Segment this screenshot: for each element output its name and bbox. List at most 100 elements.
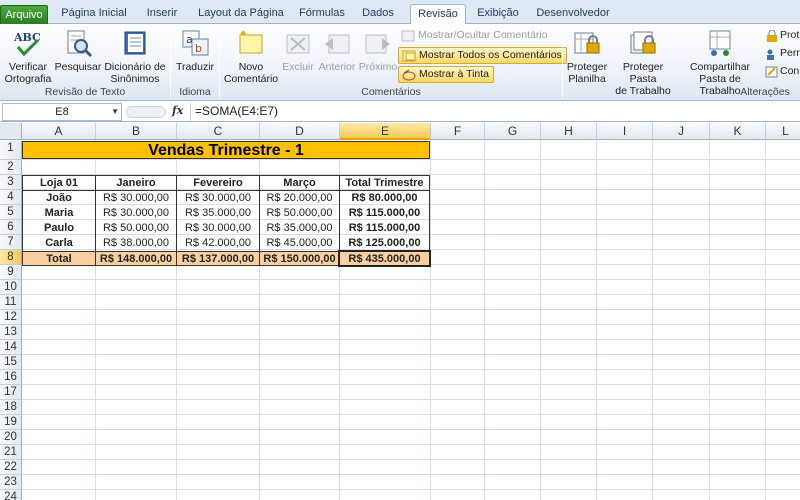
total-quarter-cell[interactable]: R$ 435.000,00 xyxy=(338,250,431,267)
tab-pagina-inicial[interactable]: Página Inicial xyxy=(58,4,130,24)
column-header-j[interactable]: J xyxy=(653,123,710,140)
data-cell-march[interactable]: R$ 50.000,00 xyxy=(259,206,340,221)
column-header-l[interactable]: L xyxy=(766,123,800,140)
data-cell-quarter-total[interactable]: R$ 125.000,00 xyxy=(339,236,430,251)
select-all-corner[interactable] xyxy=(0,123,22,140)
header-cell-march[interactable]: Março xyxy=(259,175,340,191)
show-hide-comment-button[interactable]: Mostrar/Ocultar Comentário xyxy=(398,28,552,45)
row-header-18[interactable]: 18 xyxy=(0,400,22,415)
row-header-19[interactable]: 19 xyxy=(0,415,22,430)
tab-arquivo[interactable]: Arquivo xyxy=(0,5,48,24)
row-header-11[interactable]: 11 xyxy=(0,295,22,310)
row-header-2[interactable]: 2 xyxy=(0,160,22,175)
data-cell-store[interactable]: João xyxy=(22,191,96,206)
row-header-5[interactable]: 5 xyxy=(0,205,22,220)
next-comment-button[interactable]: Próximo xyxy=(358,27,398,73)
research-button[interactable]: Pesquisar xyxy=(54,27,102,73)
data-cell-march[interactable]: R$ 45.000,00 xyxy=(259,236,340,251)
column-header-c[interactable]: C xyxy=(177,123,260,140)
tab-dados[interactable]: Dados xyxy=(357,4,399,24)
data-cell-february[interactable]: R$ 35.000,00 xyxy=(176,206,260,221)
column-header-b[interactable]: B xyxy=(96,123,177,140)
protect-workbook-button[interactable]: Proteger Pasta de Trabalho xyxy=(610,27,676,97)
data-cell-january[interactable]: R$ 38.000,00 xyxy=(95,236,177,251)
row-header-7[interactable]: 7 xyxy=(0,235,22,250)
spell-check-button[interactable]: ABC Verificar Ortografia xyxy=(4,27,52,85)
row-header-16[interactable]: 16 xyxy=(0,370,22,385)
insert-function-icon[interactable]: fx xyxy=(172,104,183,117)
allow-users-button[interactable]: Perm xyxy=(762,46,800,63)
grid-line xyxy=(22,489,800,490)
row-header-21[interactable]: 21 xyxy=(0,445,22,460)
protect-sheet-button[interactable]: Proteger Planilha xyxy=(565,27,609,85)
header-cell-february[interactable]: Fevereiro xyxy=(176,175,260,191)
row-header-4[interactable]: 4 xyxy=(0,190,22,205)
header-cell-quarter-total[interactable]: Total Trimestre xyxy=(339,175,430,191)
chevron-down-icon[interactable]: ▼ xyxy=(111,104,119,120)
tab-exibicao[interactable]: Exibição xyxy=(474,4,522,24)
column-header-h[interactable]: H xyxy=(541,123,597,140)
formula-input[interactable]: =SOMA(E4:E7) xyxy=(190,103,798,121)
track-changes-button[interactable]: Con xyxy=(762,64,800,81)
thesaurus-button[interactable]: Dicionário de Sinônimos xyxy=(103,27,167,85)
tab-desenvolvedor[interactable]: Desenvolvedor xyxy=(532,4,614,24)
data-cell-march[interactable]: R$ 20.000,00 xyxy=(259,191,340,206)
column-header-i[interactable]: I xyxy=(597,123,653,140)
data-cell-february[interactable]: R$ 42.000,00 xyxy=(176,236,260,251)
total-march-cell[interactable]: R$ 150.000,00 xyxy=(259,251,340,266)
row-header-24[interactable]: 24 xyxy=(0,490,22,500)
tab-inserir[interactable]: Inserir xyxy=(140,4,184,24)
formula-bar-splitter[interactable] xyxy=(126,106,166,118)
row-header-20[interactable]: 20 xyxy=(0,430,22,445)
protect-share-button[interactable]: Prot xyxy=(762,28,800,45)
column-header-d[interactable]: D xyxy=(260,123,340,140)
row-header-8[interactable]: 8 xyxy=(0,250,22,265)
row-header-9[interactable]: 9 xyxy=(0,265,22,280)
row-header-22[interactable]: 22 xyxy=(0,460,22,475)
total-january-cell[interactable]: R$ 148.000,00 xyxy=(95,251,177,266)
data-cell-store[interactable]: Paulo xyxy=(22,221,96,236)
tab-revisao[interactable]: Revisão xyxy=(410,4,466,25)
total-label-cell[interactable]: Total xyxy=(22,251,96,266)
column-header-a[interactable]: A xyxy=(22,123,96,140)
tab-layout-da-pagina[interactable]: Layout da Página xyxy=(194,4,288,24)
data-cell-march[interactable]: R$ 35.000,00 xyxy=(259,221,340,236)
row-header-3[interactable]: 3 xyxy=(0,175,22,190)
data-cell-quarter-total[interactable]: R$ 115.000,00 xyxy=(339,206,430,221)
data-cell-january[interactable]: R$ 50.000,00 xyxy=(95,221,177,236)
name-box[interactable]: E8 ▼ xyxy=(2,103,122,121)
show-all-comments-button[interactable]: Mostrar Todos os Comentários xyxy=(398,47,567,64)
row-header-15[interactable]: 15 xyxy=(0,355,22,370)
row-header-14[interactable]: 14 xyxy=(0,340,22,355)
data-cell-february[interactable]: R$ 30.000,00 xyxy=(176,191,260,206)
new-comment-button[interactable]: Novo Comentário xyxy=(222,27,280,85)
column-header-g[interactable]: G xyxy=(485,123,541,140)
row-header-13[interactable]: 13 xyxy=(0,325,22,340)
data-cell-quarter-total[interactable]: R$ 80.000,00 xyxy=(339,191,430,206)
data-cell-january[interactable]: R$ 30.000,00 xyxy=(95,191,177,206)
delete-comment-button[interactable]: Excluir xyxy=(281,27,315,73)
header-cell-store[interactable]: Loja 01 xyxy=(22,175,96,191)
row-header-1[interactable]: 1 xyxy=(0,141,22,160)
total-february-cell[interactable]: R$ 137.000,00 xyxy=(176,251,260,266)
data-cell-february[interactable]: R$ 30.000,00 xyxy=(176,221,260,236)
data-cell-quarter-total[interactable]: R$ 115.000,00 xyxy=(339,221,430,236)
header-cell-january[interactable]: Janeiro xyxy=(95,175,177,191)
data-cell-store[interactable]: Carla xyxy=(22,236,96,251)
row-header-6[interactable]: 6 xyxy=(0,220,22,235)
spreadsheet-grid[interactable]: ABCDEFGHIJKL 1 2 3 4 5 6 7 8 9 10 11 12 13 14 15 16 17 18… xyxy=(0,123,800,500)
row-header-23[interactable]: 23 xyxy=(0,475,22,490)
column-header-f[interactable]: F xyxy=(431,123,485,140)
sheet-title-cell[interactable]: Vendas Trimestre - 1 xyxy=(22,141,430,159)
row-header-17[interactable]: 17 xyxy=(0,385,22,400)
data-cell-store[interactable]: Maria xyxy=(22,206,96,221)
row-header-12[interactable]: 12 xyxy=(0,310,22,325)
data-cell-january[interactable]: R$ 30.000,00 xyxy=(95,206,177,221)
previous-comment-button[interactable]: Anterior xyxy=(317,27,357,73)
column-header-e[interactable]: E xyxy=(340,123,431,140)
column-header-k[interactable]: K xyxy=(710,123,766,140)
row-header-10[interactable]: 10 xyxy=(0,280,22,295)
show-ink-button[interactable]: Mostrar à Tinta xyxy=(398,66,495,83)
translate-button[interactable]: ab Traduzir xyxy=(174,27,216,73)
tab-formulas[interactable]: Fórmulas xyxy=(297,4,347,24)
